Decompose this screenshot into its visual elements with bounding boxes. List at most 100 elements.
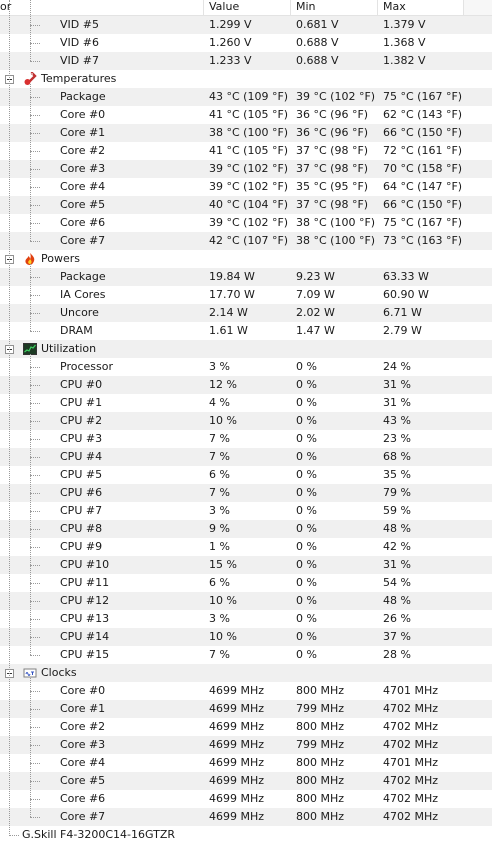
sensor-name: CPU #3 xyxy=(60,432,103,445)
sensor-min: 800 MHz xyxy=(296,756,345,769)
sensor-max: 4702 MHz xyxy=(383,792,439,805)
sensor-row[interactable]: CPU #8 9 % 0 % 48 % xyxy=(0,520,492,538)
sensor-value: 39 °C (102 °F) xyxy=(209,216,289,229)
sensor-row[interactable]: Core #2 41 °C (105 °F) 37 °C (98 °F) 72 °C … xyxy=(0,142,492,160)
sensor-row[interactable]: Core #7 42 °C (107 °F) 38 °C (100 °F) 73 °C… xyxy=(0,232,492,250)
sensor-value: 7 % xyxy=(209,486,230,499)
sensor-max: 48 % xyxy=(383,522,411,535)
sensor-min: 36 °C (96 °F) xyxy=(296,108,369,121)
sensor-row[interactable]: Core #4 39 °C (102 °F) 35 °C (95 °F) 64 °C … xyxy=(0,178,492,196)
sensor-row[interactable]: CPU #6 7 % 0 % 79 % xyxy=(0,484,492,502)
sensor-name: CPU #7 xyxy=(60,504,103,517)
sensor-max: 2.79 W xyxy=(383,324,422,337)
sensor-name: Core #6 xyxy=(60,216,106,229)
sensor-name: VID #7 xyxy=(60,54,99,67)
sensor-max: 28 % xyxy=(383,648,411,661)
sensor-row[interactable]: VID #5 1.299 V 0.681 V 1.379 V xyxy=(0,16,492,34)
sensor-row[interactable]: Core #6 39 °C (102 °F) 38 °C (100 °F) 75 °C… xyxy=(0,214,492,232)
sensor-row[interactable]: Core #5 40 °C (104 °F) 37 °C (98 °F) 66 °C … xyxy=(0,196,492,214)
sensor-row[interactable]: Core #4 4699 MHz 800 MHz 4701 MHz xyxy=(0,754,492,772)
sensor-min: 0 % xyxy=(296,450,317,463)
sensor-row[interactable]: Core #0 4699 MHz 800 MHz 4701 MHz xyxy=(0,682,492,700)
sensor-name: CPU #9 xyxy=(60,540,103,553)
sensor-min: 1.47 W xyxy=(296,324,335,337)
sensor-row[interactable]: CPU #10 15 % 0 % 31 % xyxy=(0,556,492,574)
sensor-value: 40 °C (104 °F) xyxy=(209,198,289,211)
sensor-min: 2.02 W xyxy=(296,306,335,319)
sensor-max: 4702 MHz xyxy=(383,774,439,787)
sensor-max: 75 °C (167 °F) xyxy=(383,90,463,103)
sensor-row[interactable]: CPU #0 12 % 0 % 31 % xyxy=(0,376,492,394)
tree-line xyxy=(30,264,32,331)
column-divider[interactable] xyxy=(203,0,204,15)
memory-module-row[interactable]: G.Skill F4-3200C14-16GTZR xyxy=(0,826,492,844)
sensor-row[interactable]: CPU #15 7 % 0 % 28 % xyxy=(0,646,492,664)
sensor-row[interactable]: CPU #2 10 % 0 % 43 % xyxy=(0,412,492,430)
sensor-row[interactable]: CPU #7 3 % 0 % 59 % xyxy=(0,502,492,520)
column-value-header[interactable]: Value xyxy=(209,0,239,15)
sensor-value: 1 % xyxy=(209,540,230,553)
sensor-row[interactable]: CPU #14 10 % 0 % 37 % xyxy=(0,628,492,646)
sensor-min: 9.23 W xyxy=(296,270,335,283)
sensor-row[interactable]: Uncore 2.14 W 2.02 W 6.71 W xyxy=(0,304,492,322)
sensor-min: 36 °C (96 °F) xyxy=(296,126,369,139)
sensor-name: CPU #8 xyxy=(60,522,103,535)
sensor-row[interactable]: Core #1 38 °C (100 °F) 36 °C (96 °F) 66 °C … xyxy=(0,124,492,142)
header-overflow-button[interactable] xyxy=(463,0,492,15)
column-min-header[interactable]: Min xyxy=(296,0,316,15)
group-utilization[interactable]: Utilization xyxy=(0,340,492,358)
sensor-row[interactable]: CPU #1 4 % 0 % 31 % xyxy=(0,394,492,412)
sensor-value: 4699 MHz xyxy=(209,738,265,751)
column-divider[interactable] xyxy=(290,0,291,15)
group-powers[interactable]: Powers xyxy=(0,250,492,268)
sensor-row[interactable]: Core #3 39 °C (102 °F) 37 °C (98 °F) 70 °C … xyxy=(0,160,492,178)
sensor-row[interactable]: CPU #9 1 % 0 % 42 % xyxy=(0,538,492,556)
column-header: or Value Min Max xyxy=(0,0,492,16)
sensor-name: CPU #5 xyxy=(60,468,103,481)
sensor-value: 4699 MHz xyxy=(209,774,265,787)
sensor-min: 799 MHz xyxy=(296,702,345,715)
sensor-max: 4702 MHz xyxy=(383,810,439,823)
sensor-row[interactable]: CPU #12 10 % 0 % 48 % xyxy=(0,592,492,610)
sensor-max: 62 °C (143 °F) xyxy=(383,108,463,121)
sensor-row[interactable]: CPU #11 6 % 0 % 54 % xyxy=(0,574,492,592)
sensor-value: 3 % xyxy=(209,612,230,625)
sensor-max: 64 °C (147 °F) xyxy=(383,180,463,193)
tree-line xyxy=(30,0,32,61)
sensor-row[interactable]: CPU #3 7 % 0 % 23 % xyxy=(0,430,492,448)
sensor-row[interactable]: Core #6 4699 MHz 800 MHz 4702 MHz xyxy=(0,790,492,808)
sensor-name: CPU #11 xyxy=(60,576,110,589)
sensor-row[interactable]: Core #7 4699 MHz 800 MHz 4702 MHz xyxy=(0,808,492,826)
sensor-min: 37 °C (98 °F) xyxy=(296,144,369,157)
sensor-row[interactable]: CPU #5 6 % 0 % 35 % xyxy=(0,466,492,484)
group-temperatures[interactable]: Temperatures xyxy=(0,70,492,88)
sensor-name: Core #4 xyxy=(60,756,106,769)
sensor-row[interactable]: Core #3 4699 MHz 799 MHz 4702 MHz xyxy=(0,736,492,754)
sensor-max: 4702 MHz xyxy=(383,720,439,733)
sensor-min: 0 % xyxy=(296,468,317,481)
sensor-name: CPU #2 xyxy=(60,414,103,427)
sensor-row[interactable]: Core #0 41 °C (105 °F) 36 °C (96 °F) 62 °C … xyxy=(0,106,492,124)
column-max-header[interactable]: Max xyxy=(383,0,406,15)
sensor-row[interactable]: Processor 3 % 0 % 24 % xyxy=(0,358,492,376)
sensor-row[interactable]: CPU #4 7 % 0 % 68 % xyxy=(0,448,492,466)
group-label: Clocks xyxy=(41,666,77,679)
sensor-row[interactable]: DRAM 1.61 W 1.47 W 2.79 W xyxy=(0,322,492,340)
sensor-row[interactable]: VID #7 1.233 V 0.688 V 1.382 V xyxy=(0,52,492,70)
sensor-name: CPU #4 xyxy=(60,450,103,463)
group-clocks[interactable]: Clocks xyxy=(0,664,492,682)
sensor-row[interactable]: VID #6 1.260 V 0.688 V 1.368 V xyxy=(0,34,492,52)
sensor-row[interactable]: Package 43 °C (109 °F) 39 °C (102 °F) 75 °C… xyxy=(0,88,492,106)
sensor-value: 1.233 V xyxy=(209,54,252,67)
sensor-row[interactable]: Package 19.84 W 9.23 W 63.33 W xyxy=(0,268,492,286)
sensor-row[interactable]: CPU #13 3 % 0 % 26 % xyxy=(0,610,492,628)
sensor-row[interactable]: Core #1 4699 MHz 799 MHz 4702 MHz xyxy=(0,700,492,718)
sensor-row[interactable]: Core #5 4699 MHz 800 MHz 4702 MHz xyxy=(0,772,492,790)
sensor-value: 4699 MHz xyxy=(209,702,265,715)
sensor-name: CPU #1 xyxy=(60,396,103,409)
sensor-row[interactable]: IA Cores 17.70 W 7.09 W 60.90 W xyxy=(0,286,492,304)
column-divider[interactable] xyxy=(377,0,378,15)
tree-line xyxy=(30,678,32,817)
sensor-row[interactable]: Core #2 4699 MHz 800 MHz 4702 MHz xyxy=(0,718,492,736)
sensor-max: 23 % xyxy=(383,432,411,445)
